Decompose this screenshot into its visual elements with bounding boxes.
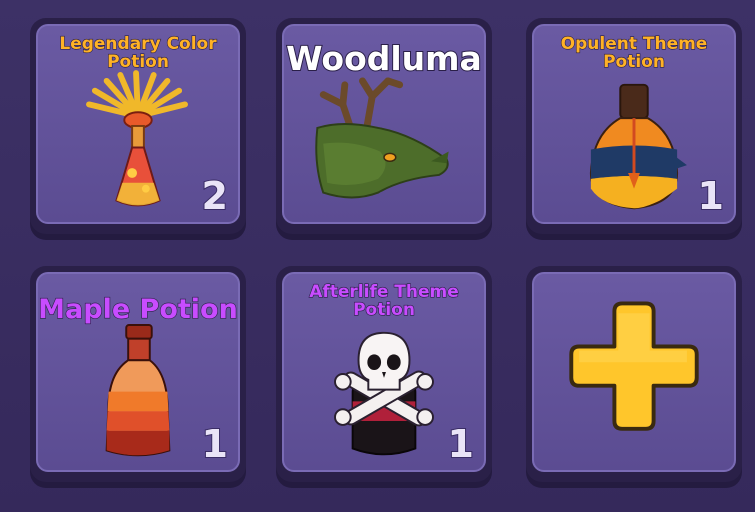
slot-background: Maple Potion 1 [36, 272, 240, 472]
item-title: Legendary Color Potion [59, 34, 217, 72]
item-title: Woodluma [285, 39, 483, 78]
add-item-slot[interactable] [526, 266, 742, 482]
inventory-slot-opulent-theme-potion[interactable]: Opulent Theme Potion 1 [526, 18, 742, 234]
item-title: Afterlife Theme Potion [309, 282, 460, 320]
item-count: 1 [447, 421, 475, 467]
inventory-panel: Legendary Color Potion 2 Woodluma Opulen… [0, 0, 755, 512]
item-title: Maple Potion [38, 294, 238, 325]
slot-background: Afterlife Theme Potion 1 [282, 272, 486, 472]
slot-background: Opulent Theme Potion 1 [532, 24, 736, 224]
slot-background [532, 272, 736, 472]
plus-icon [569, 301, 699, 431]
inventory-slot-woodluma[interactable]: Woodluma [276, 18, 492, 234]
inventory-slot-afterlife-theme-potion[interactable]: Afterlife Theme Potion 1 [276, 266, 492, 482]
inventory-slot-maple-potion[interactable]: Maple Potion 1 [30, 266, 246, 482]
item-count: 2 [201, 173, 229, 219]
item-title: Opulent Theme Potion [560, 34, 708, 72]
slot-background: Legendary Color Potion 2 [36, 24, 240, 224]
inventory-slot-legendary-color-potion[interactable]: Legendary Color Potion 2 [30, 18, 246, 234]
item-count: 1 [697, 173, 725, 219]
item-count: 1 [201, 421, 229, 467]
slot-background: Woodluma [282, 24, 486, 224]
